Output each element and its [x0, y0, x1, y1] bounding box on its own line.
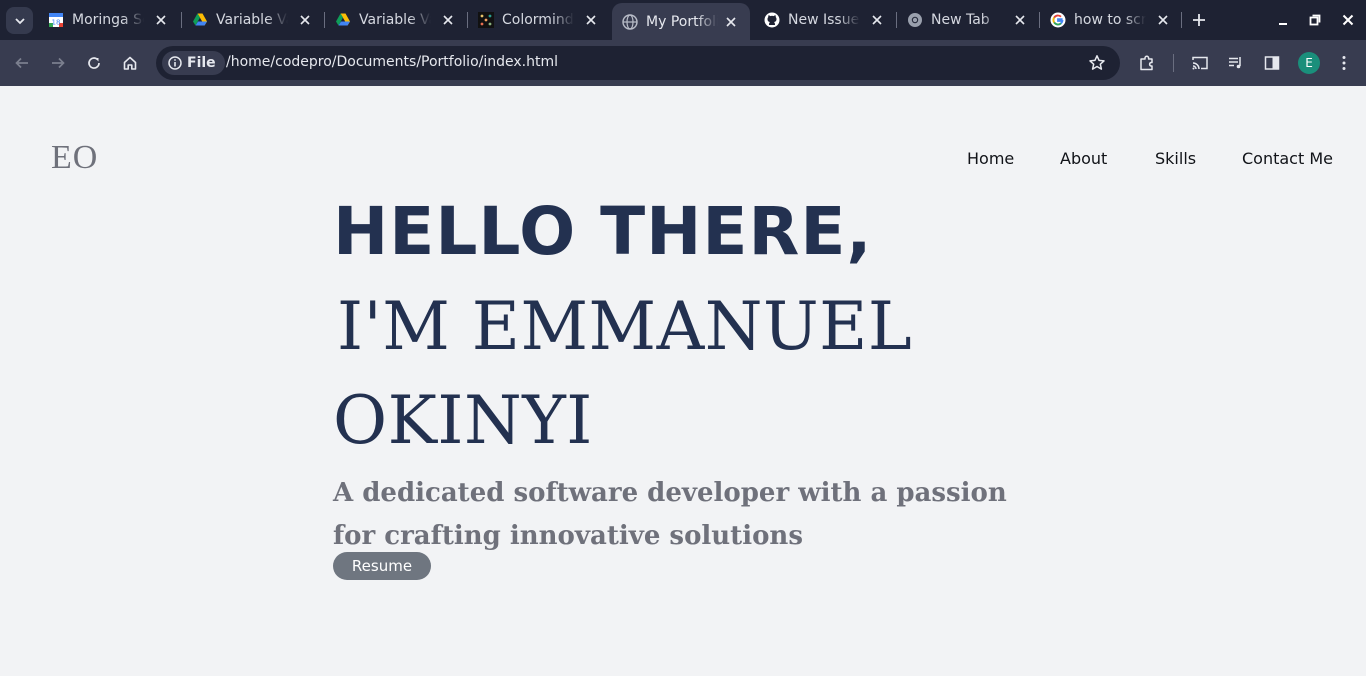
google-calendar-icon: 18 — [48, 12, 64, 28]
close-icon[interactable] — [298, 13, 312, 27]
hero-tagline: A dedicated software developer with a pa… — [333, 478, 1007, 551]
forward-button[interactable] — [47, 52, 69, 74]
tab-colormind[interactable]: Colormind — [468, 4, 610, 36]
scheme-label: File — [187, 55, 216, 71]
hero-name-line-2: OKINYI — [333, 382, 593, 459]
tab-separator — [1181, 12, 1182, 28]
profile-avatar[interactable]: E — [1298, 52, 1320, 74]
close-icon[interactable] — [1013, 13, 1027, 27]
tab-new-tab[interactable]: New Tab — [897, 4, 1039, 36]
tab-title: Moringa School — [72, 12, 144, 28]
home-button[interactable] — [119, 52, 141, 74]
tab-title: Variable Values — [216, 12, 288, 28]
close-window-button[interactable] — [1340, 12, 1356, 28]
reload-icon — [88, 57, 100, 69]
hero-name-line-1: I'M EMMANUEL — [337, 288, 913, 365]
tab-variable-values-2[interactable]: Variable Values — [325, 4, 467, 36]
media-playlist-icon — [1229, 57, 1241, 69]
browser-toolbar: File /home/codepro/Documents/Portfolio/i… — [0, 40, 1366, 86]
kebab-menu-icon — [1342, 56, 1346, 70]
side-panel-button[interactable] — [1261, 52, 1283, 74]
cast-icon — [1192, 56, 1208, 70]
tab-my-portfolio[interactable]: My Portfolio — [612, 3, 750, 40]
close-icon[interactable] — [584, 13, 598, 27]
arrow-left-icon — [15, 57, 28, 69]
site-info-button[interactable]: File — [162, 51, 225, 75]
close-icon[interactable] — [870, 13, 884, 27]
tab-title: New Tab — [931, 12, 990, 28]
nav-contact-me[interactable]: Contact Me — [1242, 149, 1333, 168]
tab-title: how to screenshot — [1074, 12, 1146, 28]
svg-text:18: 18 — [52, 19, 61, 27]
tab-strip: 18 Moringa School Variable Values Variab… — [0, 0, 1366, 40]
tab-moringa[interactable]: 18 Moringa School — [38, 4, 180, 36]
address-bar[interactable]: File /home/codepro/Documents/Portfolio/i… — [156, 46, 1120, 80]
hero-greeting: HELLO THERE, — [333, 193, 873, 270]
restore-icon — [1309, 14, 1321, 26]
new-tab-button[interactable] — [1190, 11, 1208, 29]
plus-icon — [1193, 14, 1205, 26]
nav-home[interactable]: Home — [967, 149, 1014, 168]
restore-button[interactable] — [1307, 12, 1323, 28]
close-icon[interactable] — [441, 13, 455, 27]
globe-icon — [622, 13, 638, 30]
close-icon[interactable] — [1156, 13, 1170, 27]
toolbar-separator — [1173, 54, 1174, 72]
colormind-icon — [478, 12, 494, 28]
nav-about[interactable]: About — [1060, 149, 1107, 168]
home-icon — [123, 56, 137, 70]
extensions-button[interactable] — [1136, 52, 1158, 74]
tab-title: My Portfolio — [646, 13, 718, 30]
media-controls-button[interactable] — [1225, 52, 1247, 74]
tab-new-issue[interactable]: New Issue — [754, 4, 896, 36]
close-icon — [1342, 14, 1354, 26]
tab-title: Colormind — [502, 12, 574, 28]
tab-how-to-screenshot[interactable]: how to screenshot — [1040, 4, 1182, 36]
google-icon — [1050, 12, 1066, 28]
site-logo[interactable]: EO — [51, 139, 98, 177]
close-icon[interactable] — [724, 15, 738, 29]
github-icon — [764, 12, 780, 28]
close-icon[interactable] — [154, 13, 168, 27]
resume-button[interactable]: Resume — [333, 552, 431, 580]
chevron-down-icon — [14, 17, 25, 24]
nav-skills[interactable]: Skills — [1155, 149, 1196, 168]
tab-variable-values-1[interactable]: Variable Values — [182, 4, 324, 36]
url-text[interactable]: /home/codepro/Documents/Portfolio/index.… — [226, 54, 558, 70]
info-icon — [168, 56, 182, 70]
reload-button[interactable] — [83, 52, 105, 74]
minimize-button[interactable] — [1275, 12, 1291, 28]
google-drive-icon — [192, 12, 208, 28]
portfolio-page: EO Home About Skills Contact Me HELLO TH… — [0, 87, 1366, 676]
chrome-icon — [907, 12, 923, 28]
tab-search-button[interactable] — [6, 7, 33, 34]
back-button[interactable] — [11, 52, 33, 74]
arrow-right-icon — [52, 57, 65, 69]
tab-title: New Issue — [788, 12, 860, 28]
puzzle-piece-icon — [1140, 55, 1153, 71]
bookmark-star-icon[interactable] — [1088, 54, 1106, 72]
tab-title: Variable Values — [359, 12, 431, 28]
browser-menu-button[interactable] — [1333, 52, 1355, 74]
side-panel-icon — [1264, 56, 1280, 70]
google-drive-icon — [335, 12, 351, 28]
minimize-icon — [1279, 23, 1287, 25]
cast-button[interactable] — [1189, 52, 1211, 74]
